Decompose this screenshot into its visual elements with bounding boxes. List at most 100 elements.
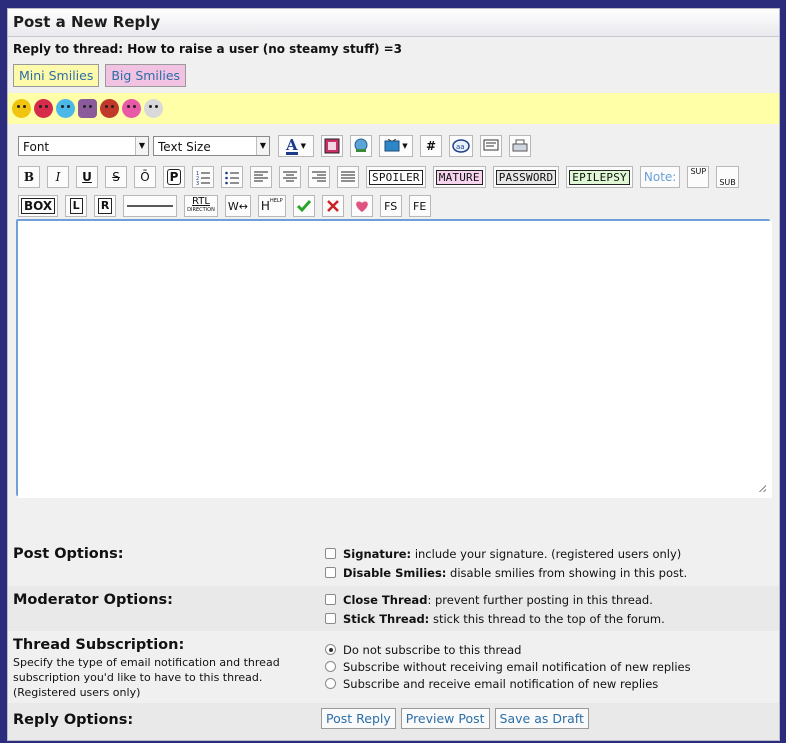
float-right-button[interactable]: R [94, 195, 117, 217]
disable-smilies-label: Disable Smilies: [343, 566, 447, 580]
message-textarea[interactable] [18, 221, 772, 498]
width-icon: W↔ [227, 199, 248, 213]
size-select[interactable]: Text Size ▼ [153, 136, 270, 156]
subscription-radio-no-email[interactable] [325, 661, 336, 672]
float-left-button[interactable]: L [65, 195, 88, 217]
reply-buttons: Post Reply Preview Post Save as Draft [321, 708, 594, 729]
justify-icon [341, 171, 355, 182]
comment-icon [483, 139, 499, 151]
signature-option: Signature: include your signature. (regi… [325, 547, 681, 561]
cross-button[interactable] [321, 195, 344, 217]
horizontal-rule-button[interactable] [123, 195, 178, 217]
post-reply-button[interactable]: Post Reply [321, 708, 396, 729]
moderator-options-row: Moderator Options: Close Thread: prevent… [8, 586, 779, 631]
subscription-option-none: Do not subscribe to this thread [325, 643, 521, 657]
signature-checkbox[interactable] [325, 548, 336, 559]
hash-icon: # [425, 139, 437, 153]
rtl-direction-button[interactable]: RTL DIRECTION [184, 195, 218, 217]
resize-handle-icon[interactable] [758, 484, 766, 492]
help-button[interactable]: H HELP [257, 195, 286, 217]
rtl-icon: RTL [192, 196, 210, 207]
width-button[interactable]: W↔ [224, 195, 251, 217]
message-editor[interactable] [16, 219, 772, 498]
ordered-list-icon: 123 [196, 171, 210, 185]
heart-icon [355, 201, 368, 212]
link-button[interactable] [350, 135, 372, 157]
preformat-icon: P [166, 169, 182, 185]
bold-button[interactable]: B [18, 166, 40, 188]
superscript-button[interactable]: SUP [687, 166, 710, 188]
note-button[interactable]: Note: [639, 166, 681, 188]
heart-button[interactable] [350, 195, 373, 217]
spoiler-button[interactable]: SPOILER [366, 166, 426, 188]
image-icon [324, 138, 340, 154]
printer-icon [512, 139, 528, 152]
align-right-icon [312, 171, 326, 182]
epilepsy-button[interactable]: EPILEPSY [566, 166, 633, 188]
mini-smilies-tab[interactable]: Mini Smilies [13, 63, 100, 87]
italic-button[interactable]: I [47, 166, 69, 188]
image-button[interactable] [321, 135, 343, 157]
smiley-ghost-icon[interactable] [144, 99, 163, 118]
overline-button[interactable]: Ō [134, 166, 156, 188]
note-icon: Note: [643, 170, 677, 184]
ordered-list-button[interactable]: 123 [192, 166, 214, 188]
big-smilies-tab[interactable]: Big Smilies [105, 63, 187, 87]
strike-button[interactable]: S [105, 166, 127, 188]
subscription-radio-none[interactable] [325, 644, 336, 655]
align-left-button[interactable] [250, 166, 272, 188]
post-options-row: Post Options: Signature: include your si… [8, 540, 779, 586]
stick-thread-label: Stick Thread: [343, 612, 430, 626]
mature-button[interactable]: MATURE [432, 166, 486, 188]
bold-icon: B [23, 170, 35, 184]
smiley-crab-icon[interactable] [100, 99, 119, 118]
signature-label: Signature: [343, 547, 412, 561]
align-right-button[interactable] [308, 166, 330, 188]
italic-icon: I [55, 170, 61, 184]
post-options-label: Post Options: [13, 546, 124, 562]
reply-options-label: Reply Options: [13, 712, 134, 728]
smiley-yellow-icon[interactable] [12, 99, 31, 118]
print-button[interactable] [509, 135, 531, 157]
hash-button[interactable]: # [420, 135, 442, 157]
box-button[interactable]: BOX [18, 195, 59, 217]
subscription-label: Thread Subscription: [13, 637, 185, 653]
smiley-red-icon[interactable] [34, 99, 53, 118]
subscription-radio-email[interactable] [325, 678, 336, 689]
underline-button[interactable]: U [76, 166, 98, 188]
page-title: Post a New Reply [8, 9, 779, 37]
size-select-value: Text Size [158, 140, 211, 154]
quote-button[interactable]: aa [449, 135, 473, 157]
password-button[interactable]: PASSWORD [492, 166, 560, 188]
box-icon: BOX [21, 198, 56, 214]
text-color-button[interactable]: A ▼ [278, 135, 314, 157]
smiley-character-icon[interactable] [78, 99, 97, 118]
epilepsy-icon: EPILEPSY [569, 169, 630, 185]
close-thread-checkbox[interactable] [325, 594, 336, 605]
cross-icon [326, 200, 339, 212]
align-left-icon [254, 171, 268, 182]
superscript-icon: SUP [690, 167, 707, 176]
subscription-option-no-email: Subscribe without receiving email notifi… [325, 660, 691, 674]
align-center-button[interactable] [279, 166, 301, 188]
subscript-button[interactable]: SUB [716, 166, 739, 188]
strikethrough-icon: S [112, 170, 120, 184]
unordered-list-button[interactable] [221, 166, 243, 188]
fe-button[interactable]: FE [408, 195, 431, 217]
stick-thread-checkbox[interactable] [325, 613, 336, 624]
fs-button[interactable]: FS [379, 195, 402, 217]
smilies-tabs: Mini Smilies Big Smilies [8, 60, 779, 90]
justify-button[interactable] [337, 166, 359, 188]
font-select[interactable]: Font ▼ [18, 136, 149, 156]
preformat-button[interactable]: P [163, 166, 185, 188]
smiley-chao-icon[interactable] [56, 99, 75, 118]
disable-smilies-checkbox[interactable] [325, 567, 336, 578]
preview-post-button[interactable]: Preview Post [400, 708, 490, 729]
save-draft-button[interactable]: Save as Draft [494, 708, 589, 729]
disable-smilies-option: Disable Smilies: disable smilies from sh… [325, 566, 687, 580]
media-button[interactable]: ▼ [379, 135, 413, 157]
check-button[interactable] [292, 195, 315, 217]
password-icon: PASSWORD [495, 169, 557, 185]
smiley-pink-icon[interactable] [122, 99, 141, 118]
comment-button[interactable] [480, 135, 502, 157]
